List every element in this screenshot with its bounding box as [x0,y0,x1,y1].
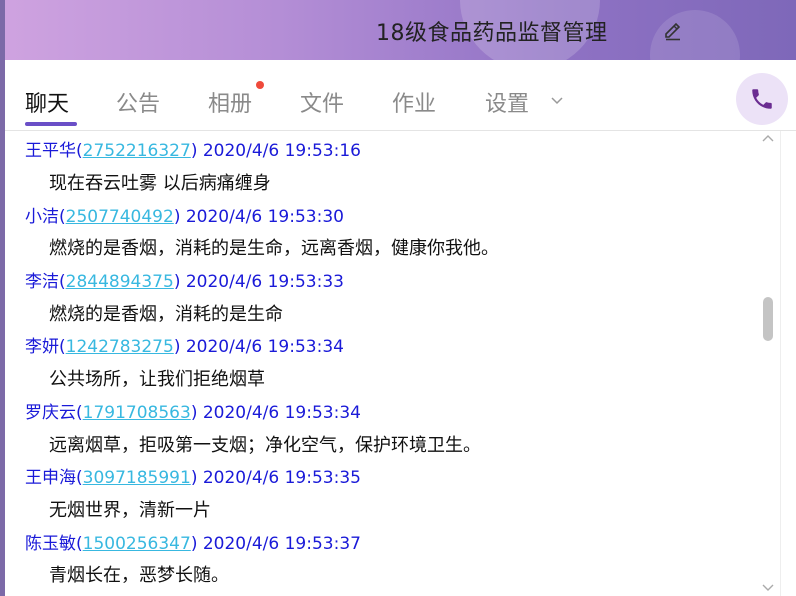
message-text: 远离烟草，拒吸第一支烟；净化空气，保护环境卫生。 [49,435,481,456]
message-time: 2020/4/6 19:53:35 [202,468,361,488]
tab-files[interactable]: 文件 [300,86,344,118]
tab-announcements[interactable]: 公告 [116,86,160,118]
tab-settings[interactable]: 设置 [485,86,529,118]
chat-message-list[interactable]: 王平华(2752216327) 2020/4/6 19:53:16 现在吞云吐雾… [5,131,753,596]
message-text: 青烟长在，恶梦长随。 [49,565,229,586]
message-header: 李洁(2844894375) 2020/4/6 19:53:33 [25,272,344,292]
message-time: 2020/4/6 19:53:33 [185,272,344,292]
sender-qq-link[interactable]: 1242783275 [66,337,174,357]
active-tab-indicator [25,122,77,126]
sender-name[interactable]: 小洁 [25,207,59,227]
message-time: 2020/4/6 19:53:37 [202,534,361,554]
message-time: 2020/4/6 19:53:34 [185,337,344,357]
scroll-up-icon[interactable] [761,133,775,143]
sender-qq-link[interactable]: 1500256347 [83,534,191,554]
right-panel-edge [780,131,796,596]
message-header: 小洁(2507740492) 2020/4/6 19:53:30 [25,207,344,227]
message-text: 无烟世界，清新一片 [49,500,211,521]
chevron-down-icon[interactable] [550,96,564,106]
album-notification-badge [256,81,264,89]
sender-name[interactable]: 王申海 [25,468,76,488]
chat-scrollbar[interactable] [756,131,780,596]
message-header: 罗庆云(1791708563) 2020/4/6 19:53:34 [25,403,361,423]
message-time: 2020/4/6 19:53:16 [202,141,361,161]
message-text: 现在吞云吐雾 以后病痛缠身 [49,173,271,194]
sender-qq-link[interactable]: 2507740492 [66,207,174,227]
tab-album[interactable]: 相册 [208,86,252,118]
scrollbar-thumb[interactable] [763,297,773,341]
message-text: 燃烧的是香烟，消耗的是生命 [49,304,283,325]
phone-icon [752,89,772,109]
call-button[interactable] [736,73,788,125]
sender-qq-link[interactable]: 2844894375 [66,272,174,292]
scroll-down-icon[interactable] [761,583,775,593]
message-header: 陈玉敏(1500256347) 2020/4/6 19:53:37 [25,534,361,554]
message-time: 2020/4/6 19:53:30 [185,207,344,227]
sender-name[interactable]: 李洁 [25,272,59,292]
sender-qq-link[interactable]: 3097185991 [83,468,191,488]
panel-divider [780,131,781,596]
sender-qq-link[interactable]: 1791708563 [83,403,191,423]
pencil-edit-icon[interactable] [662,20,684,42]
sender-name[interactable]: 陈玉敏 [25,534,76,554]
message-header: 王申海(3097185991) 2020/4/6 19:53:35 [25,468,361,488]
tab-chat[interactable]: 聊天 [25,86,69,118]
sender-name[interactable]: 王平华 [25,141,76,161]
sender-name[interactable]: 罗庆云 [25,403,76,423]
message-header: 王平华(2752216327) 2020/4/6 19:53:16 [25,141,361,161]
sender-qq-link[interactable]: 2752216327 [83,141,191,161]
tab-bar: 聊天 公告 相册 文件 作业 设置 [5,60,796,130]
message-text: 燃烧的是香烟，消耗的是生命，远离香烟，健康你我他。 [49,238,499,259]
group-title[interactable]: 18级食品药品监督管理 [376,15,608,47]
tab-homework[interactable]: 作业 [392,86,436,118]
message-time: 2020/4/6 19:53:34 [202,403,361,423]
sender-name[interactable]: 李妍 [25,337,59,357]
message-header: 李妍(1242783275) 2020/4/6 19:53:34 [25,337,344,357]
message-text: 公共场所，让我们拒绝烟草 [49,369,265,390]
